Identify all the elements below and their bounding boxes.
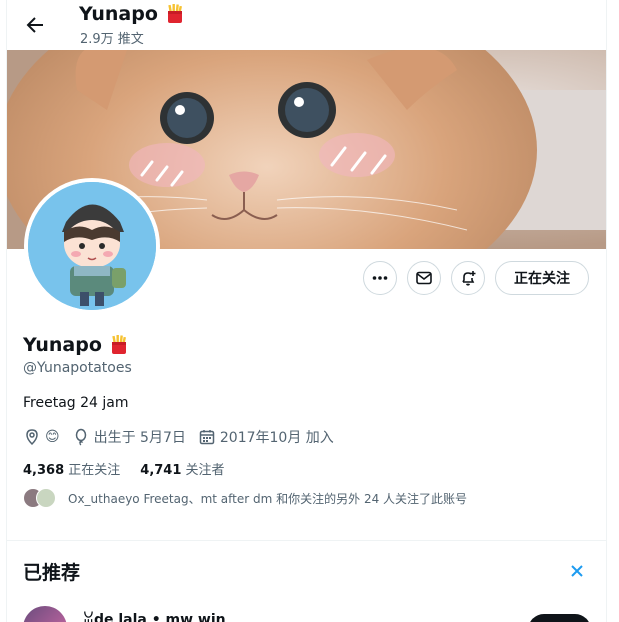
recommended-avatar[interactable] <box>23 606 67 622</box>
more-icon <box>372 276 388 280</box>
birthday-item: 出生于 5月7日 <box>72 427 186 447</box>
location-item: 😊 <box>23 428 60 446</box>
top-header: Yunapo 2.9万 推文 <box>7 0 606 50</box>
profile-avatar[interactable] <box>24 178 160 314</box>
tweet-count: 2.9万 推文 <box>80 32 144 47</box>
more-button[interactable] <box>363 261 397 295</box>
mutual-avatars <box>23 488 56 508</box>
balloon-icon <box>75 428 86 446</box>
followers-you-know-text: Ox_uthaeyo Freetag、mt after dm 和你关注的另外 2… <box>68 491 468 506</box>
followers-count: 4,741 <box>140 463 182 478</box>
mutual-avatar <box>36 488 56 508</box>
recommended-follow-button[interactable] <box>528 614 591 622</box>
section-divider <box>7 540 606 541</box>
profile-handle: @Yunapotatoes <box>23 360 132 376</box>
profile-bio: Freetag 24 jam <box>23 395 129 411</box>
arrow-left-icon[interactable] <box>23 13 47 37</box>
header-title-text: Yunapo <box>79 3 158 25</box>
display-name: Yunapo <box>23 334 130 356</box>
mail-icon <box>416 271 432 285</box>
recommended-title: 已推荐 <box>23 562 81 584</box>
following-count: 4,368 <box>23 463 65 478</box>
fries-emoji-icon <box>111 335 126 354</box>
fries-emoji-icon <box>167 4 182 23</box>
followers-label: 关注者 <box>185 463 225 478</box>
avatar-image <box>28 182 156 310</box>
following-button[interactable]: 正在关注 <box>495 261 589 295</box>
followers-you-know[interactable]: Ox_uthaeyo Freetag、mt after dm 和你关注的另外 2… <box>23 488 467 508</box>
bell-plus-icon <box>462 271 476 286</box>
recommended-name[interactable]: ꈍde lala • mw win <box>83 610 226 622</box>
message-button[interactable] <box>407 261 441 295</box>
profile-meta: 😊 出生于 5月7日 2017年10月 加入 <box>23 427 346 447</box>
recommended-item[interactable]: ꈍde lala • mw win <box>23 604 591 622</box>
close-icon[interactable] <box>569 563 585 579</box>
location-text: 😊 <box>45 429 60 445</box>
joined-item: 2017年10月 加入 <box>198 427 334 447</box>
notify-button[interactable] <box>451 261 485 295</box>
display-name-text: Yunapo <box>23 334 102 356</box>
location-pin-icon <box>26 429 38 446</box>
followers-link[interactable]: 4,741 关注者 <box>140 459 224 478</box>
following-link[interactable]: 4,368 正在关注 <box>23 459 120 478</box>
calendar-icon <box>199 430 215 445</box>
profile-column: Yunapo 2.9万 推文 正在关注 Yunapo @Yunapotatoes… <box>6 0 607 622</box>
following-label: 正在关注 <box>68 463 121 478</box>
profile-stats: 4,368 正在关注 4,741 关注者 <box>23 459 225 478</box>
joined-text: 2017年10月 加入 <box>219 430 334 446</box>
birthday-text: 出生于 5月7日 <box>93 430 186 446</box>
header-title: Yunapo <box>79 3 186 25</box>
